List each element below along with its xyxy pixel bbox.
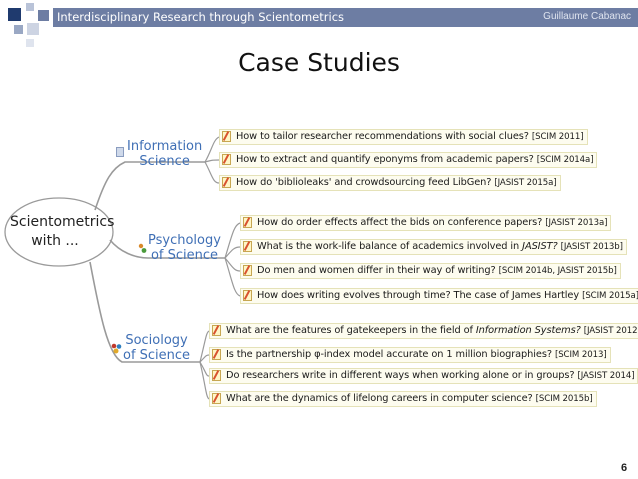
mindmap-leaf: What are the dynamics of lifelong career…	[209, 391, 597, 407]
pencil-icon	[212, 349, 221, 360]
connector	[224, 257, 241, 297]
leaf-question: How to extract and quantify eponyms from…	[236, 154, 534, 165]
leaf-venue: [SCIM 2015a]	[582, 291, 638, 301]
mindmap-leaf: How to tailor researcher recommendations…	[219, 129, 588, 145]
leaf-question: How do order effects affect the bids on …	[257, 217, 543, 228]
pencil-icon	[212, 370, 221, 381]
branch-label-line1: Information	[127, 139, 203, 154]
leaf-question: How does writing evolves through time? T…	[257, 290, 580, 301]
pencil-icon	[243, 217, 252, 228]
mindmap-leaf: How do order effects affect the bids on …	[240, 215, 612, 231]
leaf-venue: [JASIST 2013a]	[545, 218, 608, 228]
pencil-icon	[222, 131, 231, 142]
document-icon	[116, 147, 124, 157]
central-node: Scientometrics with ...	[10, 213, 115, 251]
leaf-venue: [JASIST 2015a]	[494, 178, 557, 188]
pencil-icon	[212, 325, 221, 336]
connector	[204, 161, 220, 184]
leaf-question: Do researchers write in different ways w…	[226, 370, 575, 381]
connector	[199, 361, 210, 400]
leaf-question: What are the features of gatekeepers in …	[226, 325, 473, 336]
leaf-italic: JASIST?	[522, 241, 558, 252]
leaf-venue: [SCIM 2011]	[531, 132, 584, 142]
pencil-icon	[243, 241, 252, 252]
pencil-icon	[243, 290, 252, 301]
branch-sociology-of-science: Sociology of Science	[123, 333, 190, 363]
leaf-venue: [JASIST 2013b]	[560, 242, 623, 252]
connector	[224, 222, 241, 259]
leaf-question: How do 'biblioleaks' and crowdsourcing f…	[236, 177, 492, 188]
central-node-line1: Scientometrics	[10, 214, 115, 230]
leaf-venue: [SCIM 2014b, JASIST 2015b]	[498, 266, 617, 276]
mindmap-leaf: How do 'biblioleaks' and crowdsourcing f…	[219, 175, 561, 191]
pencil-icon	[222, 154, 231, 165]
mindmap-leaf: Do men and women differ in their way of …	[240, 263, 621, 279]
mindmap-leaf: Is the partnership φ-index model accurat…	[209, 347, 611, 363]
page-number: 6	[621, 462, 628, 474]
branch-label-line2: Science	[139, 154, 190, 169]
leaf-question: What are the dynamics of lifelong career…	[226, 393, 533, 404]
branch-label-line1: Sociology	[125, 333, 188, 348]
connector	[204, 159, 220, 163]
mindmap-leaf: Do researchers write in different ways w…	[209, 368, 638, 384]
leaf-question: How to tailor researcher recommendations…	[236, 131, 529, 142]
branch-label-line1: Psychology	[148, 233, 221, 248]
pencil-icon	[243, 265, 252, 276]
connector	[204, 136, 220, 163]
leaf-venue: [JASIST 2014]	[577, 371, 635, 381]
branch-label-line2: of Science	[123, 348, 191, 363]
mindmap-leaf: What is the work-life balance of academi…	[240, 239, 627, 255]
mindmap-leaf: What are the features of gatekeepers in …	[209, 323, 638, 339]
leaf-italic: Information Systems?	[475, 325, 581, 336]
central-node-line2: with ...	[31, 233, 79, 249]
group-icon	[111, 341, 122, 354]
leaf-venue: [SCIM 2015b]	[535, 394, 593, 404]
pencil-icon	[212, 393, 221, 404]
leaf-venue: [JASIST 2012]	[583, 326, 638, 336]
people-icon	[138, 241, 147, 253]
leaf-question: Is the partnership φ-index model accurat…	[226, 349, 552, 360]
leaf-question: Do men and women differ in their way of …	[257, 265, 496, 276]
branch-label-line2: of Science	[150, 248, 218, 263]
leaf-question: What is the work-life balance of academi…	[257, 241, 520, 252]
leaf-venue: [SCIM 2013]	[554, 350, 607, 360]
pencil-icon	[222, 177, 231, 188]
mindmap-leaf: How to extract and quantify eponyms from…	[219, 152, 598, 168]
mindmap-leaf: How does writing evolves through time? T…	[240, 288, 638, 304]
connector	[94, 161, 205, 211]
leaf-venue: [SCIM 2014a]	[536, 155, 594, 165]
branch-information-science: Information Science	[127, 139, 202, 169]
branch-psychology-of-science: Psychology of Science	[148, 233, 221, 263]
